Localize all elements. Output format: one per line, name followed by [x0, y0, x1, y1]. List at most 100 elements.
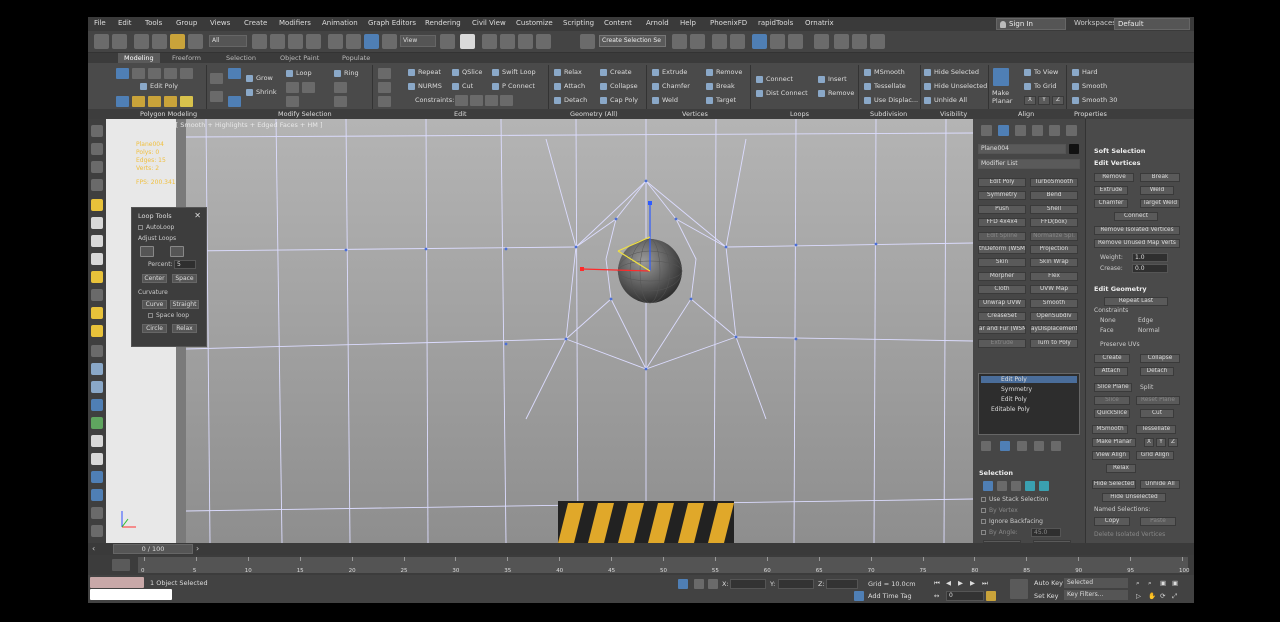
curve-button[interactable]: Curve — [142, 300, 167, 309]
nurms-button[interactable]: NURMS — [408, 82, 442, 90]
workspaces-dropdown[interactable]: Default — [1114, 18, 1190, 30]
align-x-button[interactable]: X — [1024, 96, 1036, 105]
tab-selection[interactable]: Selection — [220, 53, 262, 63]
pin-stack-icon[interactable] — [981, 441, 991, 451]
menu-ornatrix[interactable]: Ornatrix — [805, 19, 834, 27]
menu-file[interactable]: File — [94, 19, 106, 27]
smooth30-button[interactable]: Smooth 30 — [1072, 96, 1117, 104]
group-modify-selection[interactable]: Modify Selection — [278, 110, 332, 118]
modifier-button[interactable]: thDeform (WSM — [978, 245, 1026, 254]
constraint-normal-radio[interactable]: Normal — [1138, 327, 1160, 334]
set-key-icon[interactable] — [1010, 579, 1028, 599]
extrude-button[interactable]: Extrude — [652, 68, 687, 76]
stack-item[interactable]: Edit Poly — [981, 396, 1027, 403]
remove-vertex-button[interactable]: Remove — [1094, 173, 1134, 182]
weld-vertex-button[interactable]: Weld — [1140, 186, 1174, 195]
copy-button[interactable]: Copy — [1094, 517, 1130, 526]
quickslice-button[interactable]: QuickSlice — [1094, 409, 1130, 418]
modifier-button[interactable]: Flex — [1030, 271, 1078, 281]
center-button[interactable]: Center — [142, 274, 167, 283]
group-geometry-all[interactable]: Geometry (All) — [570, 110, 618, 118]
scale-icon[interactable] — [364, 34, 379, 49]
bind-spacewarp-icon[interactable] — [170, 34, 185, 49]
modify-mode-icon[interactable] — [116, 96, 129, 107]
layer-explorer-icon[interactable] — [730, 34, 745, 49]
preserve-uvs-icon[interactable] — [164, 96, 177, 107]
constraint-normal-icon[interactable] — [500, 95, 513, 106]
maxscript-input[interactable] — [90, 589, 172, 600]
remove-modifier-icon[interactable] — [1034, 441, 1044, 451]
redo-icon[interactable] — [112, 34, 127, 49]
tool-icon-5[interactable] — [91, 417, 103, 429]
create-button[interactable]: Create — [600, 68, 632, 76]
dist-connect-button[interactable]: Dist Connect — [756, 89, 808, 97]
by-vertex-checkbox[interactable]: By Vertex — [981, 507, 1018, 514]
space-button[interactable]: Space — [172, 274, 197, 283]
modifier-button[interactable]: Extrude — [978, 338, 1026, 348]
key-mode-icon[interactable]: ↔ — [934, 592, 939, 600]
menu-rapidtools[interactable]: rapidTools — [758, 19, 793, 27]
time-slider-thumb[interactable]: 0 / 100 — [113, 544, 193, 554]
slice-button[interactable]: Slice — [1094, 396, 1130, 405]
hard-button[interactable]: Hard — [1072, 68, 1098, 76]
tab-modeling[interactable]: Modeling — [118, 53, 160, 63]
stack-item[interactable]: Symmetry — [981, 386, 1032, 393]
mini-curve-editor-icon[interactable] — [112, 559, 130, 571]
rect-selection-icon[interactable] — [288, 34, 303, 49]
menu-animation[interactable]: Animation — [322, 19, 358, 27]
tool-icon-3[interactable] — [91, 381, 103, 393]
pivot-center-icon[interactable] — [440, 34, 455, 49]
extrude-vertex-button[interactable]: Extrude — [1094, 186, 1128, 195]
create-tab-icon[interactable] — [981, 125, 992, 136]
cap-poly-button[interactable]: Cap Poly — [600, 96, 638, 104]
modifier-button[interactable]: Push — [978, 204, 1026, 214]
collapse-stack-icon[interactable] — [180, 96, 193, 107]
current-frame-field[interactable]: 0 — [946, 591, 984, 601]
shrink-icon[interactable] — [210, 91, 223, 102]
render-setup-icon[interactable] — [834, 34, 849, 49]
slice-plane-button[interactable]: Slice Plane — [1094, 383, 1132, 392]
by-angle-checkbox[interactable]: By Angle: — [981, 529, 1018, 536]
menu-create[interactable]: Create — [244, 19, 267, 27]
modifier-button[interactable]: Normalize Spl. — [1030, 231, 1078, 241]
snap-toggle-icon[interactable] — [482, 34, 497, 49]
modifier-button[interactable]: UVW Map — [1030, 285, 1078, 295]
edge-mode-icon[interactable] — [132, 68, 145, 79]
step-ring-icon[interactable] — [228, 96, 241, 107]
slider-next-icon[interactable]: › — [196, 544, 199, 553]
scene-explorer-icon[interactable] — [712, 34, 727, 49]
tool-icon-4[interactable] — [91, 399, 103, 411]
hide-selected-button[interactable]: Hide Selected — [1092, 480, 1136, 489]
place-icon[interactable] — [382, 34, 397, 49]
move-icon[interactable] — [328, 34, 343, 49]
modifier-button[interactable]: FFD(box) — [1030, 218, 1078, 228]
ignore-backfacing-checkbox[interactable]: Ignore Backfacing — [981, 518, 1043, 525]
display-tab-icon[interactable] — [1049, 125, 1060, 136]
go-to-start-icon[interactable]: ⏮ — [934, 579, 940, 588]
hide-selected-button[interactable]: Hide Selected — [924, 68, 979, 76]
sort-icon[interactable] — [91, 179, 103, 191]
constraint-none-radio[interactable]: None — [1100, 317, 1116, 324]
edit-geometry-rollout[interactable]: Edit Geometry — [1094, 285, 1147, 293]
percent-snap-icon[interactable] — [518, 34, 533, 49]
perspective-viewport[interactable]: [ + ] [ Perspective ] [ Smooth + Highlig… — [106, 119, 973, 543]
circle-button[interactable]: Circle — [142, 324, 167, 333]
tool-icon-6[interactable] — [91, 435, 103, 447]
tessellate-button[interactable]: Tessellate — [864, 82, 906, 90]
object-icon[interactable] — [91, 217, 103, 229]
group-edit[interactable]: Edit — [454, 110, 467, 118]
modifier-button[interactable]: Skin — [978, 258, 1026, 268]
modifier-button[interactable]: Projection — [1030, 245, 1078, 254]
use-nurms-icon[interactable] — [132, 96, 145, 107]
align-z-button[interactable]: Z — [1052, 96, 1064, 105]
modifier-button[interactable]: TurboSmooth — [1030, 178, 1078, 187]
loop-remove-button[interactable]: Remove — [818, 89, 854, 97]
modifier-button[interactable]: Edit Spline — [978, 231, 1026, 241]
stack-item[interactable]: Edit Poly — [981, 376, 1077, 383]
angle-snap-icon[interactable] — [500, 34, 515, 49]
tessellate-button[interactable]: Tessellate — [1136, 425, 1176, 434]
group-properties[interactable]: Properties — [1074, 110, 1107, 118]
relax-button[interactable]: Relax — [172, 324, 197, 333]
tab-object-paint[interactable]: Object Paint — [274, 53, 325, 63]
object-name-field[interactable]: Plane004 — [978, 144, 1066, 154]
